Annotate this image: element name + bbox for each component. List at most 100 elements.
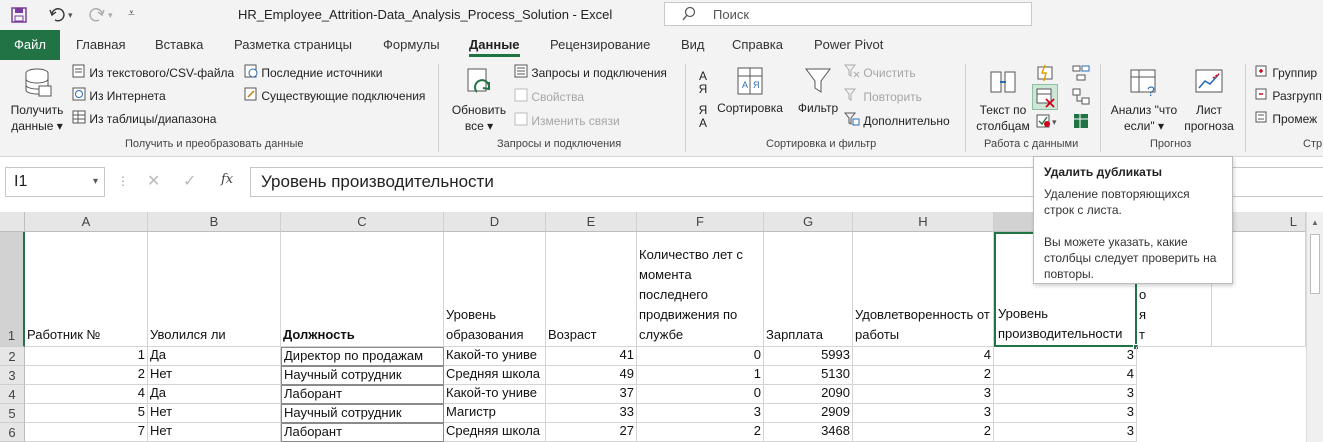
insert-function-icon[interactable]: fx xyxy=(221,172,233,187)
tab-page-layout[interactable]: Разметка страницы xyxy=(234,30,352,60)
refresh-all-button[interactable]: Обновить все ▾ xyxy=(448,66,510,134)
cell-education[interactable]: Магистр xyxy=(444,404,546,423)
redo-icon[interactable] xyxy=(88,6,106,24)
column-header-f[interactable]: F xyxy=(637,212,764,232)
cell-attrition[interactable]: Нет xyxy=(148,404,281,423)
cell-age[interactable]: 49 xyxy=(546,366,637,385)
cell-employee-id[interactable]: 1 xyxy=(25,347,148,366)
header-cell-f[interactable]: Количество лет с момента последнего прод… xyxy=(637,232,764,347)
row-header-4[interactable]: 4 xyxy=(0,385,25,404)
cell-years-since-promotion[interactable]: 0 xyxy=(637,385,764,404)
forecast-sheet-button[interactable]: Лист прогноза xyxy=(1180,66,1238,134)
sort-az-button[interactable]: АЯ xyxy=(694,70,712,96)
header-cell-d[interactable]: Уровень образования xyxy=(444,232,546,347)
header-cell-h[interactable]: Удовлетворенность от работы xyxy=(853,232,994,347)
cell-employee-id[interactable]: 5 xyxy=(25,404,148,423)
queries-connections-button[interactable]: Запросы и подключения xyxy=(514,64,667,82)
cancel-icon[interactable]: ✕ xyxy=(147,171,160,191)
enter-icon[interactable]: ✓ xyxy=(183,171,196,191)
vertical-scrollbar[interactable]: ▲ xyxy=(1306,212,1323,442)
get-data-button[interactable]: Получить данные ▾ xyxy=(4,66,70,134)
sort-za-button[interactable]: ЯА xyxy=(694,104,712,130)
flash-fill-icon[interactable] xyxy=(1036,64,1054,82)
cell-years-since-promotion[interactable]: 3 xyxy=(637,404,764,423)
column-header-g[interactable]: G xyxy=(764,212,853,232)
row-header-2[interactable]: 2 xyxy=(0,347,25,366)
relationships-icon[interactable] xyxy=(1072,88,1090,106)
cell-age[interactable]: 33 xyxy=(546,404,637,423)
scrollbar-thumb[interactable] xyxy=(1310,234,1320,294)
cell-position[interactable]: Лаборант xyxy=(281,385,444,404)
column-header-d[interactable]: D xyxy=(444,212,546,232)
column-header-b[interactable]: B xyxy=(148,212,281,232)
cell-performance[interactable]: 3 xyxy=(994,404,1137,423)
column-header-h[interactable]: H xyxy=(853,212,994,232)
tab-formulas[interactable]: Формулы xyxy=(383,30,440,60)
select-all-corner[interactable] xyxy=(0,212,25,232)
undo-icon[interactable] xyxy=(48,6,66,24)
cell-attrition[interactable]: Да xyxy=(148,385,281,404)
sort-button[interactable]: АЯ Сортировка xyxy=(716,66,784,116)
row-header-6[interactable]: 6 xyxy=(0,423,25,442)
cell-education[interactable]: Средняя школа xyxy=(444,423,546,442)
cell-employee-id[interactable]: 4 xyxy=(25,385,148,404)
from-csv-button[interactable]: Из текстового/CSV-файла xyxy=(72,64,234,82)
recent-sources-button[interactable]: Последние источники xyxy=(244,64,382,82)
properties-button[interactable]: Свойства xyxy=(514,88,584,106)
cell-job-satisfaction[interactable]: 2 xyxy=(853,366,994,385)
cell-salary[interactable]: 5993 xyxy=(764,347,853,366)
header-cell-a[interactable]: Работник № xyxy=(25,232,148,347)
cell-years-since-promotion[interactable]: 2 xyxy=(637,423,764,442)
cell-employee-id[interactable]: 7 xyxy=(25,423,148,442)
text-to-columns-button[interactable]: Текст по столбцам xyxy=(972,66,1034,134)
column-header-e[interactable]: E xyxy=(546,212,637,232)
cell-age[interactable]: 41 xyxy=(546,347,637,366)
row-header-1[interactable]: 1 xyxy=(0,232,25,347)
column-header-a[interactable]: A xyxy=(25,212,148,232)
cell-performance[interactable]: 3 xyxy=(994,385,1137,404)
name-box[interactable]: I1 ▾ xyxy=(5,167,105,197)
cell-position[interactable]: Научный сотрудник xyxy=(281,366,444,385)
ungroup-button[interactable]: Разгрупп xyxy=(1255,87,1322,105)
save-icon[interactable] xyxy=(10,6,28,24)
tab-view[interactable]: Вид xyxy=(681,30,705,60)
column-header-c[interactable]: C xyxy=(281,212,444,232)
redo-dropdown-icon[interactable]: ▾ xyxy=(108,10,113,21)
cell-age[interactable]: 27 xyxy=(546,423,637,442)
tab-help[interactable]: Справка xyxy=(732,30,783,60)
tab-insert[interactable]: Вставка xyxy=(155,30,203,60)
tab-review[interactable]: Рецензирование xyxy=(550,30,650,60)
header-cell-g[interactable]: Зарплата xyxy=(764,232,853,347)
cell-salary[interactable]: 2090 xyxy=(764,385,853,404)
name-box-dropdown-icon[interactable]: ▾ xyxy=(93,168,98,196)
clear-button[interactable]: Очистить xyxy=(843,64,916,82)
from-table-button[interactable]: Из таблицы/диапазона xyxy=(72,110,216,128)
what-if-button[interactable]: ? Анализ "что если" ▾ xyxy=(1106,66,1182,134)
cell-employee-id[interactable]: 2 xyxy=(25,366,148,385)
tab-home[interactable]: Главная xyxy=(76,30,125,60)
existing-connections-button[interactable]: Существующие подключения xyxy=(244,87,425,105)
consolidate-icon[interactable] xyxy=(1072,64,1090,82)
row-header-5[interactable]: 5 xyxy=(0,404,25,423)
cell-position[interactable]: Директор по продажам xyxy=(281,347,444,366)
header-cell-c[interactable]: Должность xyxy=(281,232,444,347)
cell-attrition[interactable]: Нет xyxy=(148,366,281,385)
cell-position[interactable]: Научный сотрудник xyxy=(281,404,444,423)
cell-salary[interactable]: 5130 xyxy=(764,366,853,385)
cell-job-satisfaction[interactable]: 4 xyxy=(853,347,994,366)
cell-attrition[interactable]: Да xyxy=(148,347,281,366)
cell-performance[interactable]: 4 xyxy=(994,366,1137,385)
cell-attrition[interactable]: Нет xyxy=(148,423,281,442)
scroll-up-icon[interactable]: ▲ xyxy=(1311,218,1319,227)
cell-job-satisfaction[interactable]: 3 xyxy=(853,404,994,423)
header-cell-e[interactable]: Возраст xyxy=(546,232,637,347)
cell-salary[interactable]: 3468 xyxy=(764,423,853,442)
search-box[interactable]: Поиск xyxy=(664,2,1032,26)
cell-age[interactable]: 37 xyxy=(546,385,637,404)
reapply-button[interactable]: Повторить xyxy=(843,88,922,106)
remove-duplicates-button[interactable] xyxy=(1032,84,1058,110)
row-header-3[interactable]: 3 xyxy=(0,366,25,385)
data-validation-icon[interactable]: ▾ xyxy=(1036,112,1062,130)
header-cell-b[interactable]: Уволился ли xyxy=(148,232,281,347)
cell-years-since-promotion[interactable]: 0 xyxy=(637,347,764,366)
